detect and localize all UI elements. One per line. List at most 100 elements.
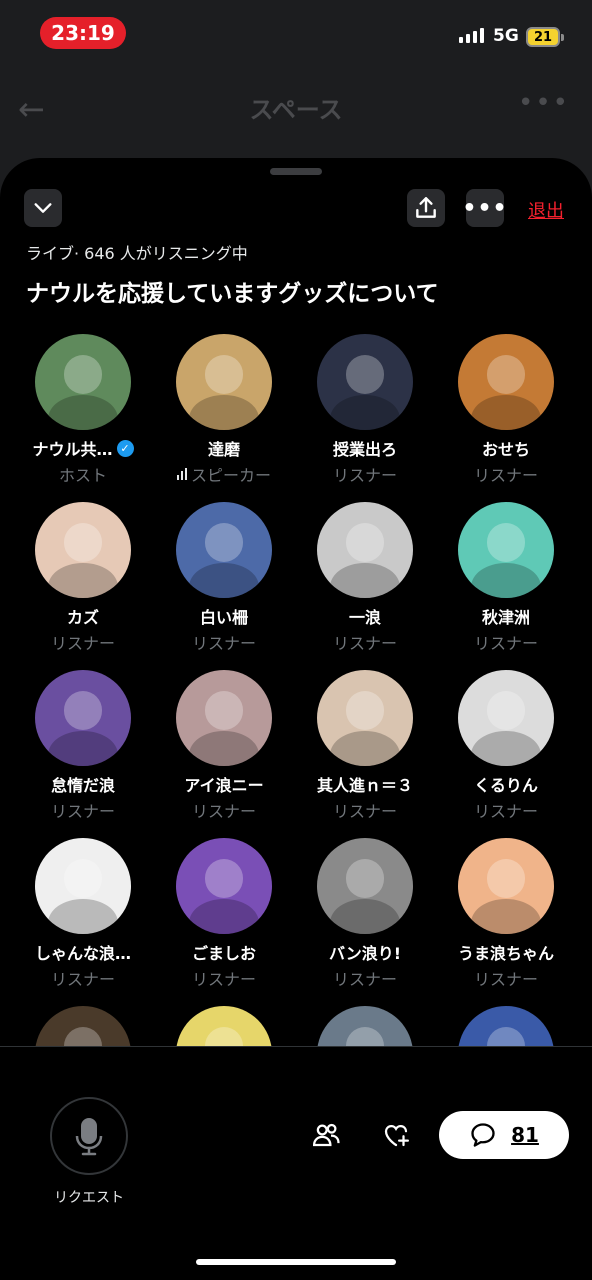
- participant-role-text: ホスト: [58, 466, 107, 485]
- signal-icon: [459, 28, 484, 43]
- request-mic-button[interactable]: [50, 1097, 128, 1175]
- participant[interactable]: おせち リスナー: [436, 334, 576, 486]
- battery-level: 21: [533, 29, 553, 45]
- participant-role: リスナー: [436, 966, 576, 990]
- share-icon: [416, 197, 436, 218]
- participant[interactable]: しゃんな浪… リスナー: [13, 838, 153, 990]
- participant[interactable]: 授業出ろ リスナー: [295, 334, 435, 486]
- comment-button[interactable]: 81: [439, 1111, 569, 1159]
- participant-role: リスナー: [295, 462, 435, 486]
- participant[interactable]: アイ浪ニー リスナー: [154, 670, 294, 822]
- avatar: [176, 670, 272, 766]
- avatar: [35, 502, 131, 598]
- participant-name-text: 達磨: [207, 440, 240, 459]
- avatar: [176, 1006, 272, 1046]
- avatar: [35, 670, 131, 766]
- participant-role-text: リスナー: [50, 970, 115, 989]
- collapse-button[interactable]: [24, 189, 62, 227]
- avatar: [35, 334, 131, 430]
- participant[interactable]: 怠惰だ浪 リスナー: [13, 670, 153, 822]
- participant-role-text: リスナー: [191, 970, 256, 989]
- bottom-bar: リクエスト 81: [0, 1046, 592, 1280]
- participant[interactable]: くるりん リスナー: [436, 670, 576, 822]
- participant-name: ごましお: [154, 940, 294, 964]
- participant-role: リスナー: [295, 798, 435, 822]
- participant-role: リスナー: [295, 630, 435, 654]
- participant[interactable]: 秋津洲 リスナー: [436, 502, 576, 654]
- avatar: [317, 1006, 413, 1046]
- avatar: [176, 334, 272, 430]
- avatar: [176, 838, 272, 934]
- verified-badge-icon: ✓: [116, 439, 134, 457]
- participant-name-text: 怠惰だ浪: [50, 776, 115, 795]
- participant-role: リスナー: [154, 630, 294, 654]
- participant[interactable]: カズ リスナー: [13, 502, 153, 654]
- background-more-icon: •••: [517, 88, 570, 118]
- status-time: 23:19: [40, 17, 126, 49]
- participant[interactable]: バン浪り! リスナー: [295, 838, 435, 990]
- comment-count: 81: [511, 1123, 539, 1147]
- people-icon: [312, 1123, 340, 1147]
- participant-name-text: うま浪ちゃん: [457, 944, 554, 963]
- avatar: [458, 334, 554, 430]
- participant-name: バン浪り!: [295, 940, 435, 964]
- participant[interactable]: 白い柵 リスナー: [154, 502, 294, 654]
- participant-name: ナウル共… ✓: [13, 436, 153, 460]
- participant[interactable]: うま浪ちゃんリスナー: [436, 838, 576, 990]
- people-button[interactable]: [308, 1117, 344, 1153]
- participant-name-text: 秋津洲: [481, 608, 530, 627]
- live-status: ライブ· 646 人がリスニング中: [26, 244, 248, 263]
- participant[interactable]: ナウル共… ✓ ホスト: [13, 334, 153, 486]
- heart-plus-icon: [384, 1124, 409, 1147]
- participant-name-text: ナウル共…: [32, 440, 113, 459]
- participant-name: 怠惰だ浪: [13, 772, 153, 796]
- participant[interactable]: [13, 1006, 153, 1046]
- participant-grid: ナウル共… ✓ ホスト 達磨 スピーカー 授業出ろ リスナー おせち リスナー カズ リスナー 白い柵…: [0, 334, 592, 1046]
- participant[interactable]: 一浪 リスナー: [295, 502, 435, 654]
- avatar: [317, 838, 413, 934]
- participant[interactable]: 其人進ｎ＝３ リスナー: [295, 670, 435, 822]
- share-button[interactable]: [407, 189, 445, 227]
- participant-role-text: リスナー: [332, 466, 397, 485]
- chevron-down-icon: [34, 203, 52, 213]
- exit-button[interactable]: 退出: [528, 197, 564, 223]
- avatar: [35, 838, 131, 934]
- avatar: [458, 1006, 554, 1046]
- avatar: [176, 502, 272, 598]
- background-nav: ← スペース •••: [0, 72, 592, 142]
- participant-name: カズ: [13, 604, 153, 628]
- status-bar: 23:19 5G 21: [0, 0, 592, 72]
- participant-role-text: リスナー: [50, 802, 115, 821]
- participant[interactable]: 達磨 スピーカー: [154, 334, 294, 486]
- more-options-button[interactable]: •••: [462, 189, 507, 227]
- participant-name: 達磨: [154, 436, 294, 460]
- participant[interactable]: [295, 1006, 435, 1046]
- participant-name-text: アイ浪ニー: [184, 776, 264, 795]
- participant[interactable]: [436, 1006, 576, 1046]
- participant-role-text: リスナー: [332, 802, 397, 821]
- participant-name: 授業出ろ: [295, 436, 435, 460]
- participant-name-text: くるりん: [474, 776, 538, 795]
- avatar: [317, 502, 413, 598]
- sheet-grabber[interactable]: [270, 168, 322, 175]
- participant[interactable]: ごましお リスナー: [154, 838, 294, 990]
- participant-name: 白い柵: [154, 604, 294, 628]
- background-title: スペース: [249, 96, 343, 124]
- participant-role-text: リスナー: [473, 634, 538, 653]
- participant-role: スピーカー: [154, 462, 294, 486]
- participant-role: リスナー: [436, 798, 576, 822]
- participant[interactable]: [154, 1006, 294, 1046]
- participant-role: リスナー: [13, 798, 153, 822]
- request-label: リクエスト: [54, 1190, 124, 1206]
- avatar: [458, 670, 554, 766]
- participant-name-text: 一浪: [348, 608, 381, 627]
- battery-icon: 21: [526, 27, 564, 47]
- participant-name-text: カズ: [66, 608, 99, 627]
- participant-role-text: リスナー: [50, 634, 115, 653]
- space-title: ナウルを応援していますグッズについて: [26, 281, 439, 307]
- reaction-button[interactable]: [378, 1117, 414, 1153]
- avatar: [35, 1006, 131, 1046]
- participant-role: ホスト: [13, 462, 153, 486]
- participant-name: アイ浪ニー: [154, 772, 294, 796]
- participant-role: リスナー: [13, 630, 153, 654]
